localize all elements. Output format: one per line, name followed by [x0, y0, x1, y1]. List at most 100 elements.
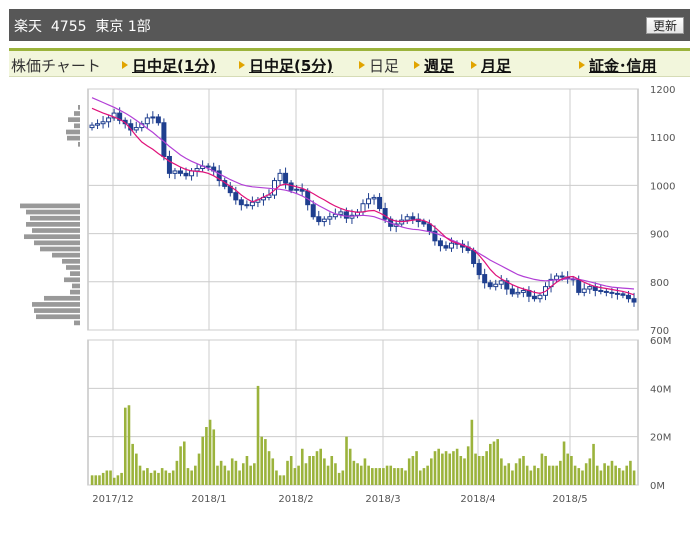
volume-bar: [485, 451, 488, 485]
candle-body: [100, 121, 106, 125]
volume-bar: [514, 463, 518, 485]
volume-bar: [90, 475, 94, 485]
volume-bar: [289, 456, 293, 485]
volume-bar: [618, 468, 621, 485]
volume-bar: [492, 441, 496, 485]
volume-bar: [286, 460, 289, 485]
volume-bar: [109, 470, 112, 485]
candle-body: [366, 198, 372, 205]
volume-bar: [452, 451, 455, 485]
volume-bar: [385, 465, 389, 485]
volume-bar: [182, 441, 186, 485]
volume-bar: [507, 463, 511, 485]
volume-bar: [341, 470, 345, 485]
x-tick-label: 2018/3: [365, 494, 400, 505]
volume-profile-bar: [30, 215, 80, 221]
volume-bar: [326, 465, 330, 485]
volume-profile-bar: [67, 135, 80, 141]
price-chart: 7008009001000110012000M20M40M60M2017/12 2…: [20, 85, 675, 505]
volume-profile-bar: [32, 302, 80, 307]
volume-profile-bar: [62, 258, 80, 264]
volume-bar: [256, 385, 260, 485]
volume-bar: [359, 465, 363, 485]
volume-bar: [570, 456, 573, 485]
candle-body: [189, 170, 195, 177]
volume-bar: [153, 470, 157, 485]
candle-body: [133, 127, 139, 131]
volume-bar: [426, 465, 429, 485]
volume-bar: [525, 465, 529, 485]
candle-body: [554, 275, 560, 280]
candle-body: [272, 180, 278, 196]
volume-bar: [433, 451, 437, 485]
candle-body: [437, 240, 443, 247]
volume-bar: [157, 472, 160, 485]
x-tick-label: 2018/4: [460, 494, 495, 505]
volume-profile-bar: [66, 129, 80, 135]
volume-bar: [194, 465, 197, 485]
volume-bar: [544, 456, 547, 485]
volume-profile-bar: [74, 123, 80, 129]
volume-bar: [300, 448, 304, 485]
candle-body: [609, 291, 615, 294]
candle-body: [515, 291, 521, 295]
candle-body: [249, 201, 255, 207]
candle-body: [410, 216, 416, 220]
candle-body: [172, 170, 178, 174]
volume-bar: [407, 458, 411, 485]
volume-profile-bar: [74, 111, 80, 116]
volume-tick-label: 60M: [650, 336, 671, 347]
volume-bar: [116, 475, 120, 485]
volume-bar: [599, 470, 603, 485]
volume-profile-bar: [70, 289, 80, 295]
volume-bar: [179, 446, 182, 485]
candle-body: [471, 249, 477, 264]
volume-bar: [367, 465, 370, 485]
volume-profile-bar: [34, 240, 80, 246]
volume-bar: [149, 472, 153, 485]
volume-profile-bar: [24, 234, 80, 240]
volume-bar: [625, 465, 629, 485]
volume-bar: [293, 468, 297, 485]
volume-bar: [227, 470, 230, 485]
volume-bar: [396, 468, 400, 485]
volume-profile-bar: [40, 246, 80, 252]
volume-tick-label: 20M: [650, 433, 671, 444]
candle-body: [426, 223, 432, 232]
volume-profile-bar: [64, 277, 80, 283]
volume-bar: [356, 463, 359, 485]
volume-bar: [389, 465, 393, 485]
volume-profile-bar: [34, 308, 80, 313]
volume-bar: [345, 436, 348, 485]
volume-bar: [455, 448, 459, 485]
volume-bar: [323, 458, 326, 485]
candle-body: [144, 117, 150, 125]
candle-body: [509, 288, 515, 295]
volume-bar: [138, 465, 142, 485]
volume-bar: [160, 468, 164, 485]
candle-body: [598, 289, 604, 292]
volume-bar: [503, 465, 507, 485]
volume-bar: [304, 463, 308, 485]
volume-bar: [135, 453, 138, 485]
candle-body: [106, 117, 112, 123]
candle-body: [150, 116, 156, 119]
candle-body: [559, 275, 565, 278]
volume-bar: [168, 472, 171, 485]
volume-bar: [253, 463, 256, 485]
volume-bar: [146, 468, 149, 485]
candle-body: [531, 295, 537, 300]
volume-bar: [245, 456, 249, 485]
volume-bar: [422, 468, 426, 485]
volume-bar: [592, 443, 595, 485]
volume-bar: [219, 460, 223, 485]
volume-bar: [238, 470, 241, 485]
volume-bar: [223, 465, 227, 485]
volume-bar: [98, 475, 101, 485]
candle-body: [343, 211, 349, 219]
candle-body: [443, 245, 449, 249]
candle-body: [310, 204, 316, 218]
volume-bar: [459, 456, 463, 485]
volume-bar: [112, 477, 116, 485]
volume-bar: [466, 446, 470, 485]
